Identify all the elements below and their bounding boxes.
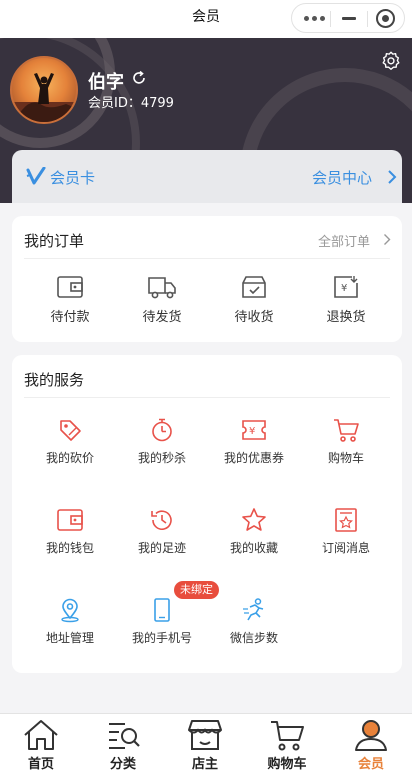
order-item-label: 待发货 <box>142 310 182 325</box>
tab-label: 会员 <box>357 757 384 772</box>
tab-label: 店主 <box>191 757 218 772</box>
star-icon <box>242 508 266 531</box>
cart-icon <box>334 419 359 442</box>
bottom-tab-bar: 首页 分类 店主 购物车 会员 <box>0 713 412 775</box>
store-icon <box>188 720 222 750</box>
minimize-icon[interactable] <box>342 17 356 20</box>
svg-text:¥: ¥ <box>341 283 347 294</box>
chevron-right-icon <box>384 234 391 245</box>
title-bar: 会员 <box>0 0 412 38</box>
service-label: 我的手机号 <box>131 631 192 645</box>
service-label: 购物车 <box>327 451 364 465</box>
order-pending-receipt[interactable]: 待收货 <box>208 274 300 325</box>
tab-member[interactable]: 会员 <box>330 714 412 775</box>
service-subscribe-messages[interactable]: 订阅消息 <box>300 507 392 556</box>
profile-header: 伯字 会员ID：4799 会员卡 会员中心 <box>0 38 412 203</box>
category-search-icon <box>109 723 140 749</box>
order-item-label: 退换货 <box>326 310 366 325</box>
service-label: 我的秒杀 <box>137 451 186 465</box>
vip-v-icon <box>26 167 46 185</box>
settings-gear-icon[interactable] <box>380 50 402 72</box>
member-id: 会员ID：4799 <box>88 96 174 111</box>
services-card: 我的服务 我的砍价 我的秒杀 ¥ 我的优惠券 购物车 我的钱包 我的足迹 我的收… <box>12 355 402 673</box>
more-icon[interactable] <box>304 12 326 24</box>
member-center-link[interactable]: 会员中心 <box>312 167 372 188</box>
home-icon <box>24 720 58 750</box>
box-icon <box>242 276 266 298</box>
service-label: 订阅消息 <box>321 541 370 555</box>
svg-text:¥: ¥ <box>249 426 255 437</box>
phone-icon <box>154 598 170 622</box>
tag-cut-icon <box>60 420 81 441</box>
tab-category[interactable]: 分类 <box>82 714 164 775</box>
service-wallet[interactable]: 我的钱包 <box>24 507 116 556</box>
service-label: 我的钱包 <box>45 541 94 555</box>
service-label: 我的足迹 <box>137 541 186 555</box>
subscribe-icon <box>335 508 357 532</box>
refund-icon: ¥ <box>334 276 358 298</box>
service-wechat-steps[interactable]: 微信步数 <box>208 597 300 646</box>
service-coupons[interactable]: ¥ 我的优惠券 <box>208 417 300 466</box>
service-phone[interactable]: 我的手机号 <box>116 597 208 646</box>
capsule-divider <box>367 11 368 27</box>
service-favorites[interactable]: 我的收藏 <box>208 507 300 556</box>
service-flash-sale[interactable]: 我的秒杀 <box>116 417 208 466</box>
divider <box>24 258 390 259</box>
tab-cart[interactable]: 购物车 <box>246 714 328 775</box>
tab-label: 首页 <box>27 757 54 772</box>
capsule-divider <box>330 11 331 27</box>
wallet-icon <box>57 276 83 298</box>
order-pending-shipment[interactable]: 待发货 <box>116 274 208 325</box>
truck-icon <box>148 277 176 299</box>
mini-program-capsule <box>291 3 405 33</box>
history-icon <box>151 510 172 530</box>
wallet-icon <box>57 509 83 531</box>
service-label: 地址管理 <box>45 631 94 645</box>
member-card-bar[interactable]: 会员卡 会员中心 <box>12 150 402 203</box>
tab-home[interactable]: 首页 <box>0 714 82 775</box>
service-label: 我的优惠券 <box>223 451 284 465</box>
tab-label: 分类 <box>109 757 136 772</box>
tab-store-owner[interactable]: 店主 <box>164 714 246 775</box>
service-label: 我的砍价 <box>45 451 94 465</box>
order-return-exchange[interactable]: ¥ 退换货 <box>300 274 392 325</box>
phone-unbound-badge: 未绑定 <box>174 581 219 599</box>
all-orders-link[interactable]: 全部订单 <box>318 231 370 250</box>
username: 伯字 <box>88 72 124 93</box>
order-item-label: 待收货 <box>234 310 274 325</box>
service-label: 微信步数 <box>229 631 278 645</box>
service-cart[interactable]: 购物车 <box>300 417 392 466</box>
services-title: 我的服务 <box>24 371 85 389</box>
order-pending-payment[interactable]: 待付款 <box>24 274 116 325</box>
avatar[interactable] <box>10 56 78 124</box>
service-footprint[interactable]: 我的足迹 <box>116 507 208 556</box>
orders-title: 我的订单 <box>24 232 85 250</box>
member-card-label: 会员卡 <box>50 169 96 187</box>
coupon-icon: ¥ <box>242 420 266 440</box>
orders-card: 我的订单 全部订单 待付款 待发货 待收货 ¥ 退换货 <box>12 216 402 342</box>
close-mini-program-icon[interactable] <box>376 9 395 28</box>
service-bargain[interactable]: 我的砍价 <box>24 417 116 466</box>
service-label: 我的收藏 <box>229 541 278 555</box>
cart-icon <box>271 721 304 751</box>
refresh-icon[interactable] <box>130 69 148 87</box>
user-icon <box>355 720 387 751</box>
service-address[interactable]: 地址管理 <box>24 597 116 646</box>
location-icon <box>61 598 79 623</box>
chevron-right-icon <box>388 170 397 184</box>
divider <box>24 397 390 398</box>
order-item-label: 待付款 <box>50 310 90 325</box>
running-icon <box>243 598 264 621</box>
stopwatch-icon <box>152 418 172 442</box>
tab-label: 购物车 <box>267 757 307 772</box>
